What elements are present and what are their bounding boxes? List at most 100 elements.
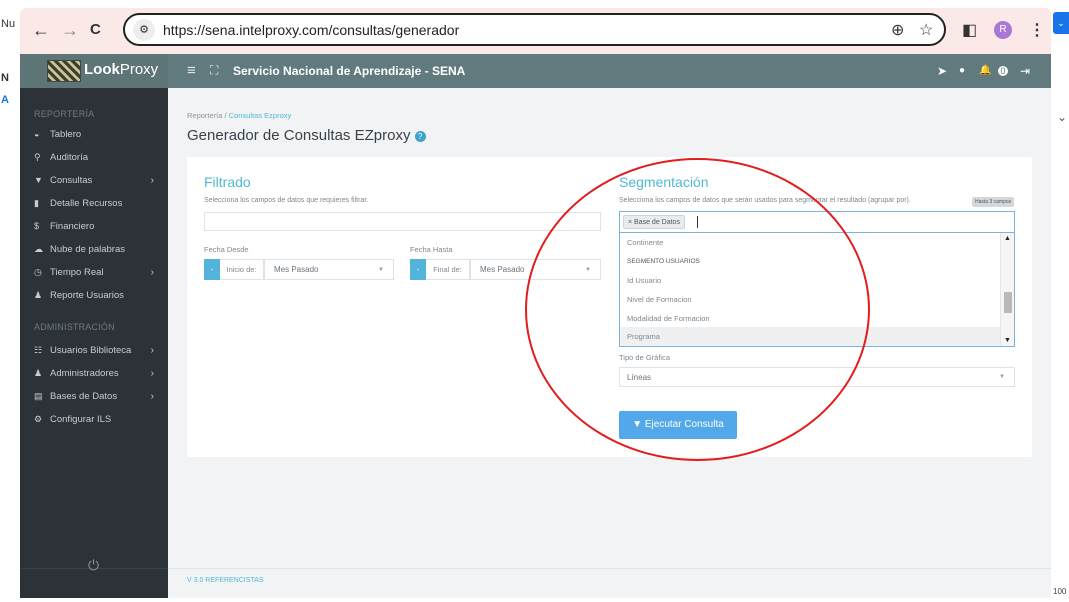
dropdown-option-highlighted[interactable]: Programa <box>620 327 1000 346</box>
zoom-level: 100 <box>1053 587 1067 596</box>
brand-logo-icon <box>47 60 81 82</box>
chevron-right-icon: › <box>150 267 154 278</box>
right-window-edge <box>1051 0 1069 602</box>
ejecutar-consulta-button[interactable]: ▼ Ejecutar Consulta <box>619 411 737 439</box>
fecha-hasta-select[interactable]: Mes Pasado ▼ <box>470 259 601 280</box>
tipo-grafica-select[interactable]: Líneas ▼ <box>619 367 1015 387</box>
page-title: Generador de Consultas EZproxy ? <box>187 127 426 144</box>
sidebar-item-financiero[interactable]: $ Financiero <box>34 221 162 237</box>
dropdown-group-header: SEGMENTO USUARIOS <box>627 258 700 265</box>
breadcrumb-separator: / <box>224 111 227 120</box>
brand[interactable]: LookProxy <box>20 54 168 88</box>
profile-avatar[interactable]: R <box>994 21 1012 39</box>
cloud-icon: ☁ <box>34 244 43 254</box>
filter-icon: ▼ <box>632 419 643 430</box>
extension-icon[interactable]: ⌄ <box>1053 12 1069 34</box>
reload-icon[interactable]: C <box>90 20 101 40</box>
back-icon[interactable]: ← <box>32 20 50 40</box>
sidebar-item-auditoria[interactable]: ⚲ Auditoría <box>34 152 162 168</box>
sidebar-item-usuarios-biblioteca[interactable]: ☷ Usuarios Biblioteca › <box>34 345 162 361</box>
hamburger-menu-icon[interactable]: ≡ <box>187 62 196 79</box>
screen: Nu N A ⌄ ⌄ 100 ← → C ⚙ https://sena.inte… <box>0 0 1069 602</box>
sidebar-section-title: REPORTERÍA <box>34 109 95 119</box>
address-bar[interactable]: ⚙ https://sena.intelproxy.com/consultas/… <box>123 13 946 46</box>
segment-dropdown: Continente SEGMENTO USUARIOS Id Usuario … <box>619 233 1015 347</box>
help-icon[interactable]: ? <box>414 131 426 142</box>
fecha-hasta-group: - Final de: Mes Pasado ▼ <box>410 259 601 280</box>
breadcrumb-root[interactable]: Reportería <box>187 111 222 120</box>
dropdown-option[interactable]: Continente <box>620 233 1000 252</box>
fecha-hasta-toggle-button[interactable]: - <box>410 259 426 280</box>
segment-fields-input[interactable]: × Base de Datos <box>619 211 1015 233</box>
dropdown-option[interactable]: Modalidad de Formacion <box>620 309 1000 328</box>
text-cursor <box>697 216 698 228</box>
help-icon[interactable]: ● <box>959 65 965 76</box>
query-card: Filtrado Selecciona los campos de datos … <box>187 157 1032 457</box>
filter-fields-input[interactable] <box>204 212 601 231</box>
dropdown-option[interactable]: Nivel de Formacion <box>620 290 1000 309</box>
sidebar-item-configurar-ils[interactable]: ⚙ Configurar ILS <box>34 414 162 430</box>
chevron-right-icon: › <box>150 175 154 186</box>
fecha-desde-select[interactable]: Mes Pasado ▼ <box>264 259 394 280</box>
bookmark-star-icon[interactable]: ☆ <box>919 20 933 40</box>
left-window-edge: Nu N A <box>0 0 20 602</box>
app-header: LookProxy ≡ ⛶ Servicio Nacional de Apren… <box>20 54 1051 88</box>
fecha-desde-label: Fecha Desde <box>204 245 249 254</box>
logout-icon[interactable]: ⇥ <box>1020 64 1030 78</box>
page-footer: V 3.0 REFERENCISTAS <box>168 568 1051 598</box>
segmentacion-subtitle: Selecciona los campos de datos que serán… <box>619 197 911 204</box>
caret-down-icon: ▼ <box>999 374 1005 380</box>
admin-icon: ♟ <box>34 368 43 378</box>
dropdown-scrollbar[interactable]: ▲ ▼ <box>1000 233 1014 346</box>
sidebar: REPORTERÍA ◒ Tablero ⚲ Auditoría ▼ Consulta… <box>20 88 168 598</box>
dropdown-option[interactable]: Id Usuario <box>620 271 1000 290</box>
sidebar-item-tablero[interactable]: ◒ Tablero <box>34 129 162 145</box>
sidebar-item-administradores[interactable]: ♟ Administradores › <box>34 368 162 384</box>
left-edge-text: Nu <box>1 18 16 30</box>
site-info-icon[interactable]: ⚙ <box>133 19 155 41</box>
scroll-up-icon[interactable]: ▲ <box>1004 235 1011 242</box>
database-icon: ▤ <box>34 391 43 401</box>
selected-tag[interactable]: × Base de Datos <box>623 215 685 229</box>
side-panel-icon[interactable]: ◧ <box>962 20 977 40</box>
caret-down-icon: ▼ <box>585 267 591 273</box>
fullscreen-icon[interactable]: ⛶ <box>210 63 218 78</box>
url-text[interactable]: https://sena.intelproxy.com/consultas/ge… <box>163 22 459 38</box>
chevron-right-icon: › <box>150 345 154 356</box>
user-icon: ♟ <box>34 290 43 300</box>
notification-badge: 0 <box>998 66 1008 76</box>
caret-down-icon: ▼ <box>378 267 384 273</box>
fecha-desde-toggle-button[interactable]: - <box>204 259 220 280</box>
main-content: Reportería / Consultas Ezproxy Generador… <box>168 88 1051 598</box>
power-icon[interactable]: ⏻ <box>88 557 99 574</box>
scroll-down-icon[interactable]: ▼ <box>1004 337 1011 344</box>
left-edge-text: A <box>1 94 9 106</box>
sidebar-item-consultas[interactable]: ▼ Consultas › <box>34 175 162 191</box>
organization-name: Servicio Nacional de Aprendizaje - SENA <box>233 64 466 78</box>
breadcrumb: Reportería / Consultas Ezproxy <box>187 111 291 120</box>
browser-toolbar: ← → C ⚙ https://sena.intelproxy.com/cons… <box>20 8 1051 54</box>
sidebar-item-reporte-usuarios[interactable]: ♟ Reporte Usuarios <box>34 290 162 306</box>
sidebar-footer: ⏻ <box>20 557 168 598</box>
send-icon[interactable]: ➤ <box>937 64 947 78</box>
key-icon: ⚲ <box>34 152 41 162</box>
fecha-desde-prefix: Inicio de: <box>220 259 264 280</box>
sidebar-item-bases-de-datos[interactable]: ▤ Bases de Datos › <box>34 391 162 407</box>
bell-icon[interactable]: 🔔 <box>979 65 991 76</box>
dollar-icon: $ <box>34 221 40 231</box>
sidebar-item-nube-de-palabras[interactable]: ☁ Nube de palabras <box>34 244 162 260</box>
zoom-icon[interactable]: ⊕ <box>891 20 904 40</box>
chevron-down-icon[interactable]: ⌄ <box>1057 110 1067 124</box>
forward-icon[interactable]: → <box>61 20 79 40</box>
users-icon: ☷ <box>34 345 43 355</box>
sidebar-item-detalle-recursos[interactable]: ▮ Detalle Recursos <box>34 198 162 214</box>
fecha-hasta-label: Fecha Hasta <box>410 245 453 254</box>
bookmark-icon: ▮ <box>34 198 39 208</box>
browser-menu-icon[interactable]: ⋮ <box>1029 20 1045 40</box>
scrollbar-thumb[interactable] <box>1004 292 1012 313</box>
breadcrumb-current[interactable]: Consultas Ezproxy <box>229 111 292 120</box>
sidebar-item-tiempo-real[interactable]: ◷ Tiempo Real › <box>34 267 162 283</box>
tipo-grafica-label: Tipo de Gráfica <box>619 353 670 362</box>
filtrado-subtitle: Selecciona los campos de datos que requi… <box>204 197 369 204</box>
sidebar-section-title: ADMINISTRACIÓN <box>34 322 115 332</box>
